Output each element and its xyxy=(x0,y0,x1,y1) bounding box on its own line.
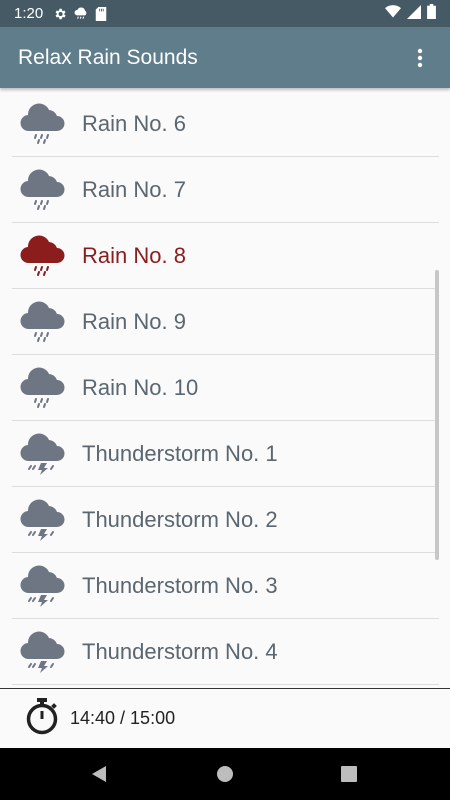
wifi-icon xyxy=(385,5,401,22)
list-item[interactable]: Rain No. 6 xyxy=(12,92,439,157)
thunder-cloud-icon xyxy=(19,498,67,542)
list-item[interactable]: Thunderstorm No. 2 xyxy=(12,487,439,553)
stopwatch-icon[interactable] xyxy=(24,697,60,740)
list-item[interactable]: Thunderstorm No. 1 xyxy=(12,421,439,487)
sound-list[interactable]: Rain No. 6 Rain No. 7 Rain No. 8 Rain No. 9… xyxy=(12,92,439,688)
list-item-label: Rain No. 7 xyxy=(82,176,186,202)
more-vert-icon[interactable] xyxy=(408,46,432,70)
list-item-label: Rain No. 6 xyxy=(82,111,186,136)
list-item[interactable]: Rain No. 9 xyxy=(12,289,439,355)
status-bar: 1:20 xyxy=(0,0,450,27)
settings-icon xyxy=(53,7,67,21)
weather-icon xyxy=(73,7,89,21)
thunder-cloud-icon xyxy=(19,432,67,476)
list-item-label: Rain No. 9 xyxy=(82,308,186,334)
status-time: 1:20 xyxy=(14,5,44,22)
rain-cloud-icon xyxy=(19,168,67,212)
list-item[interactable]: Rain No. 8 xyxy=(12,223,439,289)
rain-cloud-icon xyxy=(19,102,67,146)
list-item-label: Rain No. 8 xyxy=(82,242,186,268)
list-item-label: Rain No. 10 xyxy=(82,374,199,400)
app-title: Relax Rain Sounds xyxy=(18,45,198,69)
list-item[interactable]: Rain No. 7 xyxy=(12,157,439,223)
home-icon[interactable] xyxy=(195,748,255,800)
thunder-cloud-icon xyxy=(19,564,67,608)
signal-icon xyxy=(407,4,421,23)
thunder-cloud-icon xyxy=(19,630,67,674)
list-item[interactable]: Thunderstorm No. 4 xyxy=(12,619,439,685)
timer-bar[interactable]: 14:40 / 15:00 xyxy=(0,688,450,748)
timer-text: 14:40 / 15:00 xyxy=(70,708,176,728)
nav-bar xyxy=(0,748,450,800)
rain-cloud-icon xyxy=(19,234,67,278)
scrollbar[interactable] xyxy=(435,270,439,560)
back-icon[interactable] xyxy=(69,748,129,800)
app-bar: Relax Rain Sounds xyxy=(0,27,450,88)
list-item[interactable]: Rain No. 10 xyxy=(12,355,439,421)
battery-icon xyxy=(427,4,436,23)
sd-card-icon xyxy=(95,6,107,21)
list-item-label: Thunderstorm No. 4 xyxy=(82,638,278,664)
list-item-label: Thunderstorm No. 3 xyxy=(82,572,278,598)
list-item[interactable]: Thunderstorm No. 3 xyxy=(12,553,439,619)
list-item-label: Thunderstorm No. 1 xyxy=(82,440,278,466)
rain-cloud-icon xyxy=(19,366,67,410)
rain-cloud-icon xyxy=(19,300,67,344)
list-item-label: Thunderstorm No. 2 xyxy=(82,506,278,532)
recents-icon[interactable] xyxy=(319,748,379,800)
